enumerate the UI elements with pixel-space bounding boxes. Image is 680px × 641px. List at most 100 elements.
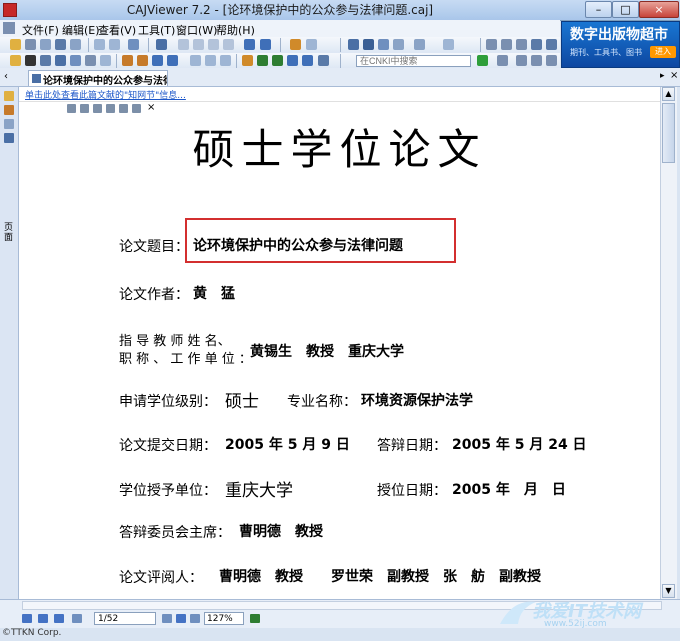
fit-width-icon[interactable] bbox=[486, 39, 497, 50]
view-mode-icon[interactable] bbox=[22, 614, 32, 623]
tab-scroll-right-icon[interactable]: ▸ bbox=[660, 71, 665, 81]
close-button[interactable]: × bbox=[639, 1, 679, 18]
thumbnail-icon[interactable] bbox=[38, 614, 48, 623]
page-image-icon[interactable] bbox=[119, 104, 128, 113]
page-save-icon[interactable] bbox=[67, 104, 76, 113]
ad-enter-button[interactable]: 进入 bbox=[650, 46, 676, 58]
tool-c-icon[interactable] bbox=[546, 55, 557, 66]
ocr-icon[interactable] bbox=[85, 55, 96, 66]
snapshot-icon[interactable] bbox=[70, 55, 81, 66]
text-size-icon[interactable] bbox=[443, 39, 454, 50]
search-options-icon[interactable] bbox=[497, 55, 508, 66]
facing-page-icon[interactable] bbox=[378, 39, 389, 50]
hand-tool-icon[interactable] bbox=[10, 55, 21, 66]
undo-icon[interactable] bbox=[128, 39, 139, 50]
stamp-icon[interactable] bbox=[205, 55, 216, 66]
first-page-icon[interactable] bbox=[178, 39, 189, 50]
last-page-icon[interactable] bbox=[223, 39, 234, 50]
page-export-icon[interactable] bbox=[132, 104, 141, 113]
scroll-up-icon[interactable]: ▲ bbox=[662, 87, 675, 101]
notes-panel-icon[interactable] bbox=[4, 91, 14, 101]
actual-size-icon[interactable] bbox=[516, 39, 527, 50]
layout-icon[interactable] bbox=[414, 39, 425, 50]
document-menu-icon[interactable] bbox=[3, 22, 15, 34]
page-panel-icon[interactable] bbox=[4, 133, 14, 143]
fit-page-icon[interactable] bbox=[501, 39, 512, 50]
scroll-thumb[interactable] bbox=[662, 103, 675, 163]
menu-tools[interactable]: 工具(T) bbox=[138, 22, 175, 38]
print-icon[interactable] bbox=[55, 39, 66, 50]
paste-icon[interactable] bbox=[109, 39, 120, 50]
cnki-search-input[interactable] bbox=[356, 55, 471, 67]
image-select-icon[interactable] bbox=[55, 55, 66, 66]
tab-document[interactable]: 论环境保护中的公众参与法律... bbox=[28, 70, 168, 86]
zoom-in-icon[interactable] bbox=[531, 39, 542, 50]
copy-icon[interactable] bbox=[94, 39, 105, 50]
next-page-nav-icon[interactable] bbox=[162, 614, 172, 623]
page-copy-icon[interactable] bbox=[80, 104, 89, 113]
last-page-nav-icon[interactable] bbox=[176, 614, 186, 623]
maximize-button[interactable]: □ bbox=[612, 1, 639, 18]
page-toolbar-close-icon[interactable]: × bbox=[147, 102, 155, 113]
open-icon[interactable] bbox=[10, 39, 21, 50]
find-icon[interactable] bbox=[290, 39, 301, 50]
ad-banner[interactable]: 数字出版物超市 期刊、工具书、图书 进入 bbox=[561, 21, 680, 68]
menu-edit[interactable]: 编辑(E) bbox=[62, 22, 100, 38]
next-page-icon[interactable] bbox=[208, 39, 219, 50]
zoom-in-nav-icon[interactable] bbox=[250, 614, 260, 623]
knowledge-net-icon[interactable] bbox=[302, 55, 313, 66]
select-arrow-icon[interactable] bbox=[25, 55, 36, 66]
zoom-out-icon[interactable] bbox=[546, 39, 557, 50]
vertical-scrollbar[interactable]: ▲ ▼ bbox=[660, 87, 677, 599]
bookmark-icon[interactable] bbox=[156, 39, 167, 50]
minimize-button[interactable]: – bbox=[585, 1, 612, 18]
continuous-page-icon[interactable] bbox=[363, 39, 374, 50]
highlighter-icon[interactable] bbox=[137, 55, 148, 66]
single-page-icon[interactable] bbox=[348, 39, 359, 50]
tab-close-icon[interactable]: × bbox=[670, 70, 678, 81]
text-select-icon[interactable] bbox=[40, 55, 51, 66]
save-as-icon[interactable] bbox=[40, 39, 51, 50]
zoom-level-field[interactable]: 127% bbox=[204, 612, 244, 625]
back-icon[interactable] bbox=[244, 39, 255, 50]
first-page-nav-icon[interactable] bbox=[54, 614, 64, 623]
copyright-text: ©TTKN Corp. bbox=[2, 628, 62, 638]
note-icon[interactable] bbox=[190, 55, 201, 66]
knowledge-net-link[interactable]: 单击此处查看此篇文献的"知网节"信息... bbox=[25, 88, 186, 101]
save-icon[interactable] bbox=[25, 39, 36, 50]
menu-view[interactable]: 查看(V) bbox=[98, 22, 136, 38]
menu-file[interactable]: 文件(F) bbox=[22, 22, 59, 38]
main-toolbar bbox=[0, 37, 560, 53]
scroll-down-icon[interactable]: ▼ bbox=[662, 584, 675, 598]
zoom-out-nav-icon[interactable] bbox=[190, 614, 200, 623]
document-page[interactable]: × 硕士学位论文 论文题目： 论环境保护中的公众参与法律问题 论文作者： 黄 猛… bbox=[19, 102, 660, 599]
rotate-icon[interactable] bbox=[306, 39, 317, 50]
page-panel-label[interactable]: 页面 bbox=[4, 223, 14, 243]
prev-page-icon[interactable] bbox=[193, 39, 204, 50]
bookmark-panel-icon[interactable] bbox=[4, 119, 14, 129]
text-annotation-icon[interactable] bbox=[272, 55, 283, 66]
anchor-icon[interactable] bbox=[287, 55, 298, 66]
ellipse-icon[interactable] bbox=[167, 55, 178, 66]
print-preview-icon[interactable] bbox=[70, 39, 81, 50]
menu-window[interactable]: 窗口(W) bbox=[176, 22, 217, 38]
page-number-field[interactable]: 1/52 bbox=[94, 612, 156, 625]
tab-scroll-left-icon[interactable]: ‹ bbox=[4, 71, 8, 82]
rectangle-icon[interactable] bbox=[152, 55, 163, 66]
cover-page-icon[interactable] bbox=[393, 39, 404, 50]
tool-a-icon[interactable] bbox=[516, 55, 527, 66]
translate-icon[interactable] bbox=[100, 55, 111, 66]
link-icon[interactable] bbox=[220, 55, 231, 66]
pen-panel-icon[interactable] bbox=[4, 105, 14, 115]
pencil-icon[interactable] bbox=[122, 55, 133, 66]
typewriter-icon[interactable] bbox=[257, 55, 268, 66]
forward-icon[interactable] bbox=[260, 39, 271, 50]
search-go-icon[interactable] bbox=[477, 55, 488, 66]
page-mail-icon[interactable] bbox=[106, 104, 115, 113]
prev-page-nav-icon[interactable] bbox=[72, 614, 82, 623]
menu-help[interactable]: 帮助(H) bbox=[216, 22, 255, 38]
marker-icon[interactable] bbox=[242, 55, 253, 66]
page-print-icon[interactable] bbox=[93, 104, 102, 113]
tool-b-icon[interactable] bbox=[531, 55, 542, 66]
erase-icon[interactable] bbox=[318, 55, 329, 66]
